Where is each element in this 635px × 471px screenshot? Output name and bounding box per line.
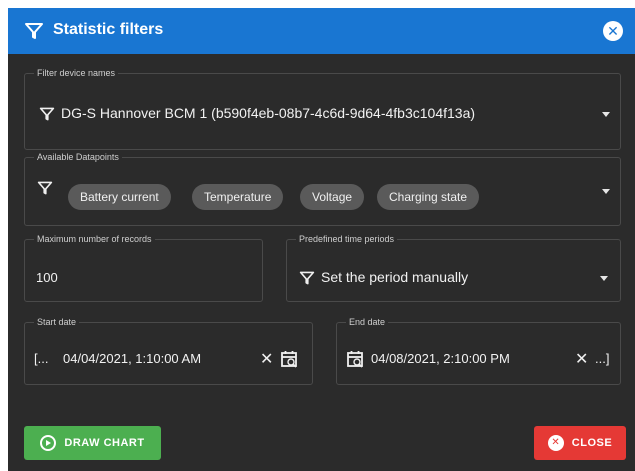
start-date-prefix: [... — [34, 351, 49, 366]
chevron-down-icon[interactable] — [602, 189, 610, 194]
draw-chart-button[interactable]: DRAW CHART — [24, 426, 161, 460]
datapoints-select[interactable]: Available Datapoints Battery current Tem… — [24, 152, 621, 226]
calendar-icon[interactable] — [281, 350, 299, 368]
max-records-field[interactable]: Maximum number of records 100 — [24, 234, 263, 302]
chevron-down-icon[interactable] — [602, 112, 610, 117]
start-date-value: 04/04/2021, 1:10:00 AM — [63, 351, 202, 366]
time-periods-select[interactable]: Predefined time periods Set the period m… — [286, 234, 621, 302]
filter-icon — [39, 107, 55, 121]
filter-icon — [299, 271, 315, 285]
chip-battery-current[interactable]: Battery current — [68, 184, 171, 210]
close-button[interactable]: ✕ CLOSE — [534, 426, 626, 460]
clear-icon[interactable]: ✕ — [260, 349, 273, 369]
device-filter-value: DG-S Hannover BCM 1 (b590f4eb-08b7-4c6d-… — [61, 105, 476, 121]
dialog-title: Statistic filters — [53, 21, 164, 38]
end-date-value: 04/08/2021, 2:10:00 PM — [371, 351, 510, 366]
end-date-field[interactable]: End date 04/08/2021, 2:10:00 PM ✕ ...] — [336, 317, 621, 385]
time-periods-label: Predefined time periods — [299, 234, 395, 244]
close-label: CLOSE — [571, 437, 613, 449]
device-filter-select[interactable]: Filter device names DG-S Hannover BCM 1 … — [24, 68, 621, 150]
filter-icon — [25, 23, 43, 39]
chip-temperature[interactable]: Temperature — [192, 184, 284, 210]
chevron-down-icon[interactable] — [600, 276, 608, 281]
dialog-titlebar: Statistic filters ✕ — [8, 8, 635, 54]
filter-icon — [37, 181, 53, 195]
draw-chart-label: DRAW CHART — [64, 437, 145, 449]
max-records-value: 100 — [36, 270, 58, 285]
max-records-label: Maximum number of records — [37, 234, 152, 244]
close-icon[interactable]: ✕ — [603, 21, 623, 41]
start-date-field[interactable]: Start date [... 04/04/2021, 1:10:00 AM ✕ — [24, 317, 313, 385]
chip-charging-state[interactable]: Charging state — [377, 184, 480, 210]
datapoints-label: Available Datapoints — [37, 152, 119, 162]
clear-icon[interactable]: ✕ — [575, 349, 588, 369]
start-date-label: Start date — [37, 317, 77, 327]
calendar-icon[interactable] — [347, 350, 365, 368]
end-date-label: End date — [349, 317, 386, 327]
end-date-suffix: ...] — [595, 351, 610, 366]
time-periods-value: Set the period manually — [321, 269, 469, 285]
chip-voltage[interactable]: Voltage — [300, 184, 365, 210]
device-filter-label: Filter device names — [37, 68, 116, 78]
play-circle-icon — [40, 435, 57, 451]
close-circle-icon: ✕ — [547, 435, 564, 451]
statistic-filters-dialog: Statistic filters ✕ Filter device names … — [8, 8, 635, 471]
